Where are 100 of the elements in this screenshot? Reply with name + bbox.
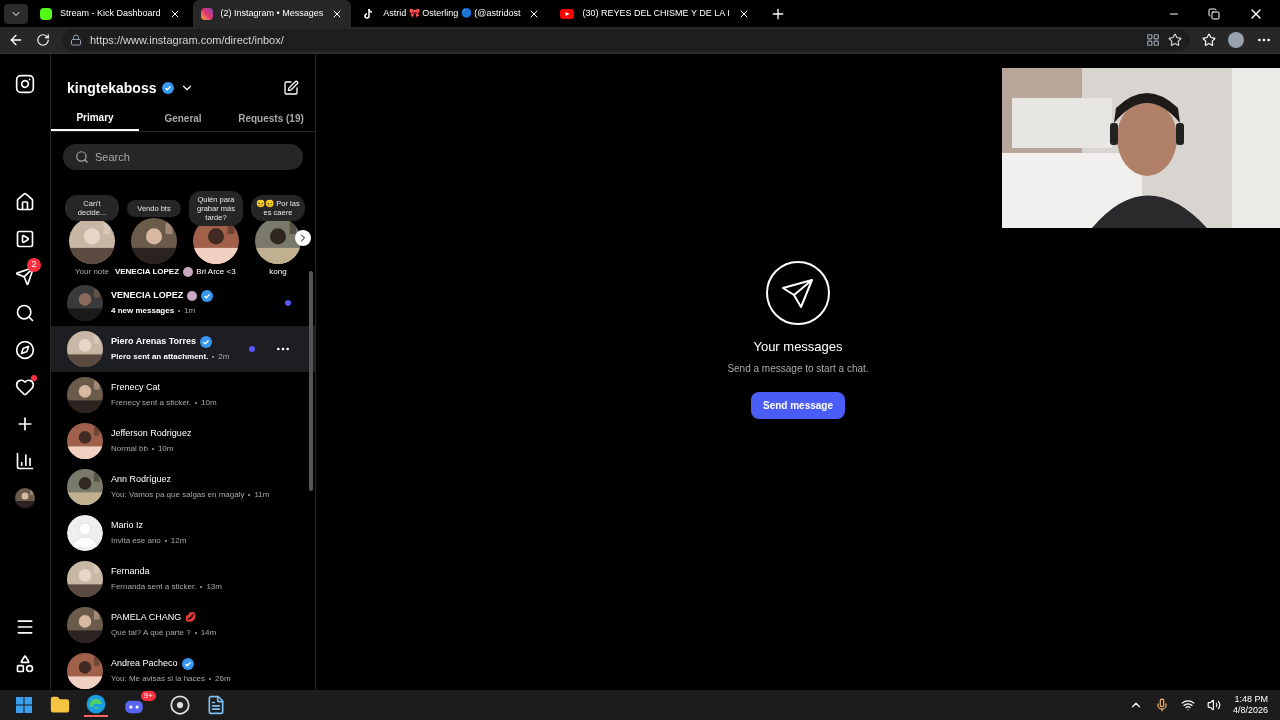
folder-icon	[50, 695, 70, 715]
shapes-icon	[15, 654, 35, 674]
tab-title: Astrid 🎀 Osterling 🔵 (@astridost	[383, 6, 521, 20]
conversation-row[interactable]: Andrea Pacheco You: Me avisas si la haces 26m	[51, 648, 315, 690]
note-author: Bri Arce <3	[196, 266, 236, 278]
empty-subtitle: Send a message to start a chat.	[727, 361, 869, 376]
message-time: 14m	[200, 626, 217, 639]
message-preview: Invita ese ano	[111, 534, 161, 547]
network-icon[interactable]	[1180, 698, 1195, 712]
tab-list-button[interactable]	[4, 3, 28, 24]
browser-icon	[86, 694, 106, 714]
search-icon	[75, 150, 89, 164]
send-message-button[interactable]: Send message	[750, 391, 845, 419]
messages-icon	[15, 266, 35, 286]
message-time: 10m	[157, 442, 174, 455]
microphone-icon[interactable]	[1154, 698, 1169, 712]
search-field[interactable]: Search	[63, 144, 303, 170]
message-preview: Normal bb	[111, 442, 148, 455]
message-preview: Fernanda sent a sticker.	[111, 580, 197, 593]
contact-name: Andrea Pacheco	[111, 657, 178, 671]
conversation-row[interactable]: VENECIA LOPEZ 4 new messages 1m	[51, 280, 315, 326]
message-time: 26m	[215, 672, 231, 685]
compose-icon[interactable]	[283, 80, 299, 96]
note-author: Your note	[75, 266, 109, 278]
message-time: 13m	[206, 580, 222, 593]
clock-time: 1:48 PM	[1234, 693, 1268, 705]
tab-title: Stream - Kick Dashboard	[60, 6, 161, 20]
conversation-row[interactable]: Fernanda Fernanda sent a sticker. 13m	[51, 556, 315, 602]
browser-tab[interactable]: Stream - Kick Dashboard	[32, 0, 189, 27]
tab-title: (2) Instagram • Messages	[220, 6, 324, 20]
message-preview: You: Me avisas si la haces	[111, 672, 205, 685]
empty-title: Your messages	[753, 338, 843, 357]
default-avatar-icon	[67, 515, 103, 551]
profile-avatar-icon[interactable]	[1228, 32, 1244, 48]
username[interactable]: kingtekaboss	[67, 77, 157, 99]
message-preview: Frenecy sent a sticker.	[111, 396, 192, 409]
conversation-row[interactable]: Piero Arenas Torres Piero sent an attachment. 2m	[51, 326, 315, 372]
heart-icon	[15, 377, 35, 397]
message-time: 1m	[184, 304, 196, 317]
inbox-tab[interactable]: General	[139, 106, 227, 131]
next-button[interactable]	[295, 230, 311, 246]
message-time: 10m	[201, 396, 217, 409]
play-icon	[15, 229, 35, 249]
taskbar-app[interactable]	[84, 693, 108, 717]
conversation-row[interactable]: Ann Rodríguez You: Vamos pa que salgas en magaly 11m	[51, 464, 315, 510]
kick-logo-icon	[40, 7, 52, 20]
browser-tab[interactable]: Astrid 🎀 Osterling 🔵 (@astridost	[355, 0, 549, 27]
browser-tab[interactable]: (2) Instagram • Messages	[192, 0, 352, 27]
conversation-row[interactable]: Frenecy Cat Frenecy sent a sticker. 10m	[51, 372, 315, 418]
emoji-icon: 💋	[185, 611, 197, 625]
chart-icon	[15, 451, 35, 471]
conversation-row[interactable]: PAMELA CHANG 💋 Qué tal? A qué parte ? 14m	[51, 602, 315, 648]
instagram-logo-icon	[15, 74, 35, 94]
inbox-tab[interactable]: Primary	[51, 106, 139, 131]
taskbar-app[interactable]	[168, 693, 192, 717]
paper-plane-icon	[766, 261, 830, 326]
note-author: VENECIA LOPEZ	[114, 266, 180, 278]
contact-name: Ann Rodríguez	[111, 473, 172, 487]
nav-item[interactable]: 2	[7, 258, 43, 294]
contact-name: Mario Iz	[111, 519, 143, 533]
favorite-icon[interactable]	[1168, 33, 1182, 47]
message-preview: 4 new messages	[111, 304, 175, 317]
message-time: 12m	[170, 534, 187, 547]
tab-title: (30) REYES DEL CHISME Y DE LA I	[582, 6, 730, 20]
contact-name: PAMELA CHANG	[111, 611, 182, 625]
taskbar-app[interactable]: 9+	[120, 691, 156, 719]
message-time: 2m	[218, 350, 230, 363]
conversation-row[interactable]: Mario Iz Invita ese ano 12m	[51, 510, 315, 556]
instagram-logo-icon	[200, 7, 213, 20]
scrollbar[interactable]	[309, 271, 313, 491]
compass-icon	[15, 340, 35, 360]
browser-tab[interactable]: (30) REYES DEL CHISME Y DE LA I	[552, 0, 758, 27]
contact-name: Piero Arenas Torres	[111, 335, 197, 349]
notification-badge: 2	[27, 258, 41, 272]
clock-date: 4/8/2026	[1232, 705, 1268, 717]
contact-name: Fernanda	[111, 565, 150, 579]
message-preview: You: Vamos pa que salgas en magaly	[111, 488, 245, 501]
play-logo-icon	[560, 8, 575, 19]
message-preview: Piero sent an attachment.	[111, 350, 209, 363]
search-icon	[15, 303, 35, 323]
apps-icon[interactable]	[1146, 33, 1160, 47]
lock-icon[interactable]	[70, 34, 82, 46]
contact-name: Frenecy Cat	[111, 381, 161, 395]
restore-icon[interactable]	[1208, 7, 1220, 20]
record-icon	[170, 695, 190, 715]
message-time: 11m	[254, 488, 270, 501]
contact-name: Jefferson Rodriguez	[111, 427, 192, 441]
address-field[interactable]: https://www.instagram.com/direct/inbox/	[62, 29, 1190, 51]
favorites-icon[interactable]	[1202, 33, 1216, 47]
back-icon[interactable]	[8, 32, 24, 48]
reload-icon[interactable]	[36, 33, 50, 47]
note-author: kong	[269, 266, 287, 278]
url-text: https://www.instagram.com/direct/inbox/	[90, 32, 284, 48]
volume-icon[interactable]	[1206, 698, 1221, 712]
conversation-row[interactable]: Jefferson Rodriguez Normal bb 10m	[51, 418, 315, 464]
menu-icon	[15, 617, 35, 637]
notepad-icon	[206, 695, 226, 715]
contact-name: VENECIA LOPEZ	[111, 289, 184, 303]
notification-badge: 9+	[140, 691, 156, 701]
inbox-tab[interactable]: Requests (19)	[227, 106, 315, 131]
